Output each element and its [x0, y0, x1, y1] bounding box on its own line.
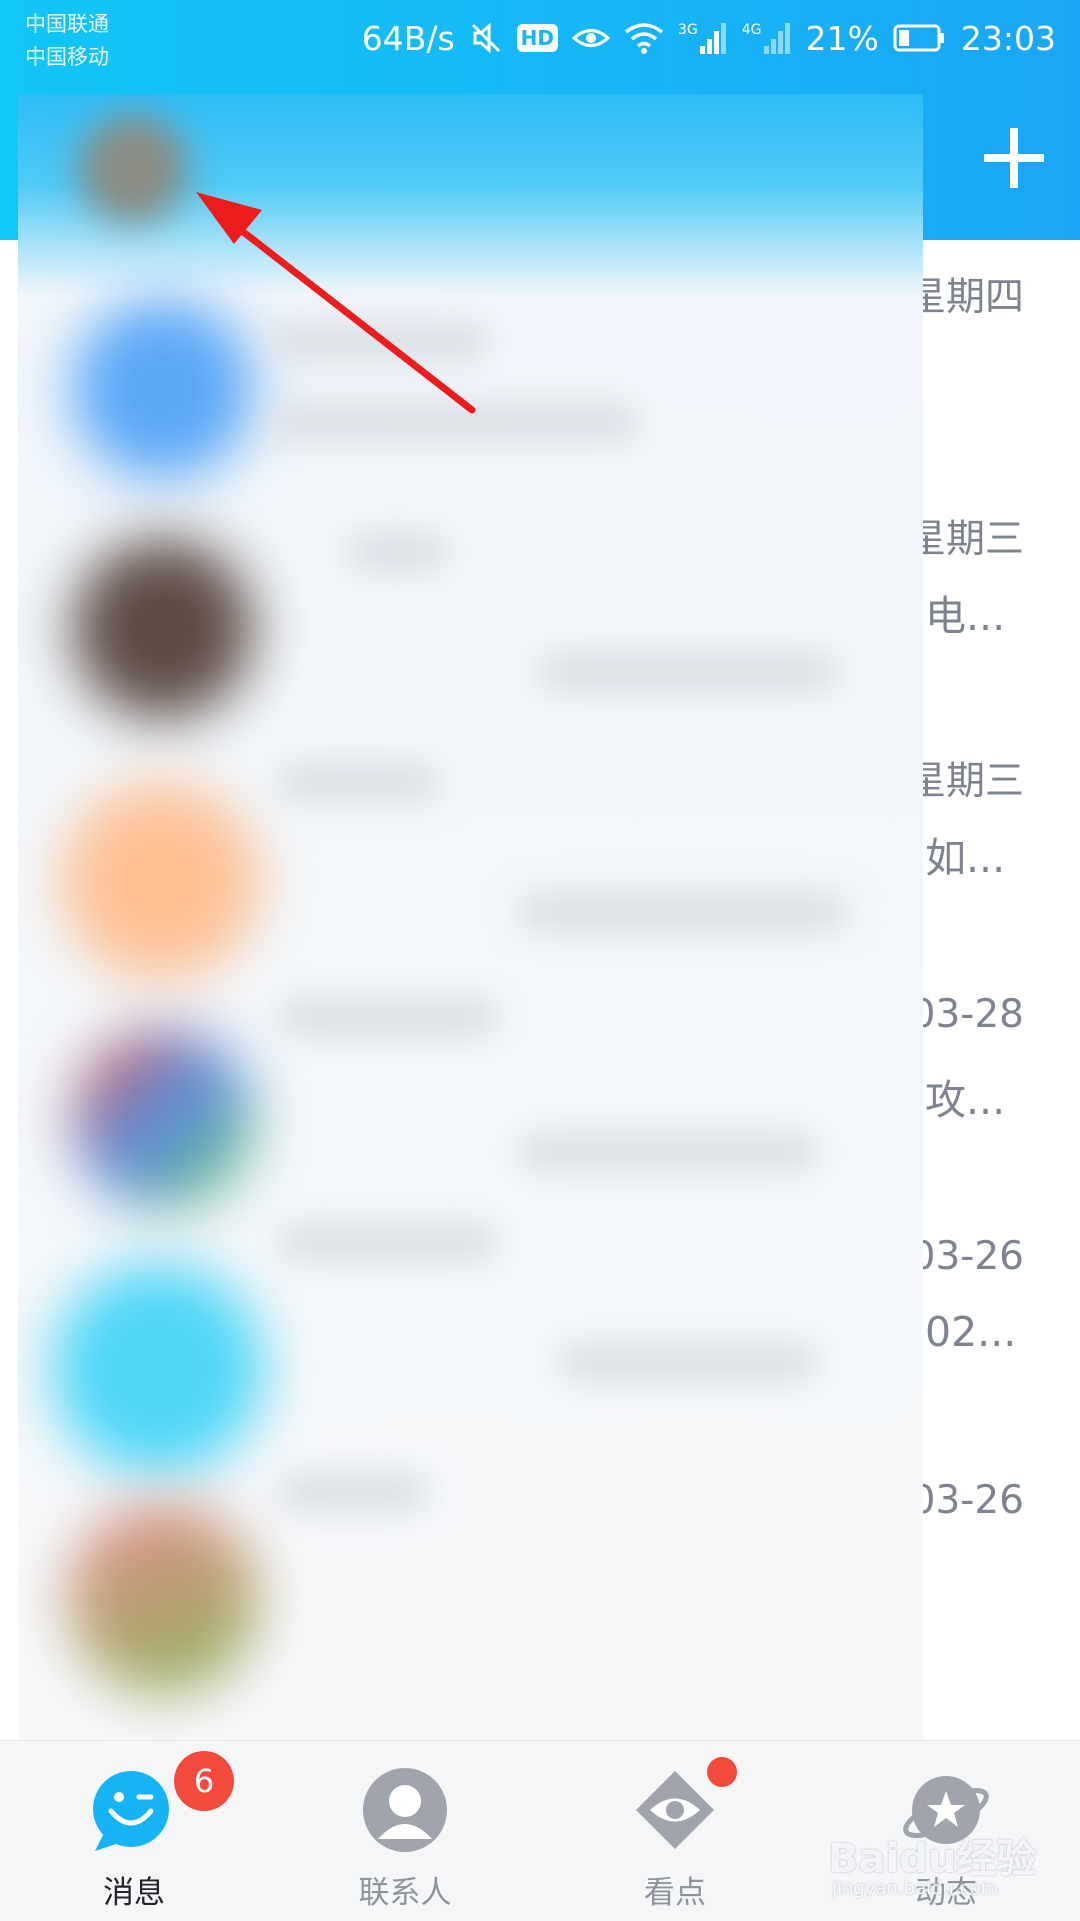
- blurred-text: [538, 654, 838, 690]
- avatar: [68, 1504, 258, 1694]
- signal-3g: 3G: [678, 22, 728, 54]
- blurred-text: [278, 999, 498, 1035]
- message-preview: 02...: [925, 1308, 1017, 1356]
- carrier-info: 中国联通 中国移动: [25, 8, 109, 74]
- message-preview: 如...: [925, 834, 1006, 882]
- tab-label: 消息: [103, 1875, 165, 1911]
- tab-kandian[interactable]: 看点: [555, 1741, 795, 1921]
- avatar: [53, 1264, 263, 1474]
- avatar: [63, 784, 258, 979]
- add-button[interactable]: [978, 122, 1050, 194]
- signal-icon: [763, 23, 790, 54]
- eye-icon: [630, 1765, 720, 1855]
- message-time: 星期三: [906, 517, 1024, 562]
- battery-percent: 21%: [805, 18, 879, 58]
- message-preview: 电...: [925, 592, 1006, 640]
- message-time: 星期四: [906, 275, 1024, 320]
- notification-dot: [707, 1757, 737, 1787]
- blurred-text: [278, 1474, 428, 1510]
- watermark-logo: Baidu经验: [828, 1836, 1037, 1882]
- blurred-text: [278, 764, 438, 800]
- tab-label: 看点: [644, 1875, 706, 1911]
- signal-4g: 4G: [742, 22, 792, 54]
- message-preview: 攻...: [925, 1076, 1006, 1124]
- blurred-text: [268, 324, 488, 360]
- avatar: [73, 539, 253, 719]
- clock: 23:03: [960, 18, 1056, 58]
- watermark-url: jingyan.baidu.com: [832, 1878, 999, 1899]
- carrier-1: 中国联通: [25, 12, 109, 36]
- profile-avatar[interactable]: [78, 114, 188, 224]
- avatar: [73, 1029, 253, 1209]
- carrier-2: 中国移动: [25, 45, 109, 69]
- blurred-text: [558, 1344, 818, 1380]
- blurred-text: [518, 894, 848, 930]
- tab-messages[interactable]: 6 消息: [14, 1741, 254, 1921]
- tab-label: 联系人: [358, 1875, 452, 1911]
- blurred-text: [348, 534, 448, 570]
- net-speed: 64B/s: [361, 18, 455, 58]
- tab-contacts[interactable]: 联系人: [285, 1741, 525, 1921]
- eye-care-icon: [572, 29, 610, 47]
- blurred-text: [518, 1134, 818, 1170]
- wifi-icon: [624, 23, 664, 54]
- blurred-overlay: [18, 94, 923, 1740]
- status-bar: 64B/s HD 3G 4G 21% 23:03: [348, 14, 1056, 62]
- signal-icon: [699, 23, 726, 54]
- blurred-text: [278, 1224, 498, 1260]
- hd-badge: HD: [516, 24, 558, 52]
- avatar: [73, 299, 253, 479]
- contacts-icon: [360, 1765, 450, 1855]
- unread-badge: 6: [174, 1751, 234, 1811]
- mute-icon: [471, 22, 500, 54]
- blurred-text: [268, 404, 638, 440]
- battery-icon: [893, 24, 944, 52]
- penguin-chat-icon: [89, 1765, 179, 1855]
- message-time: 星期三: [906, 759, 1024, 804]
